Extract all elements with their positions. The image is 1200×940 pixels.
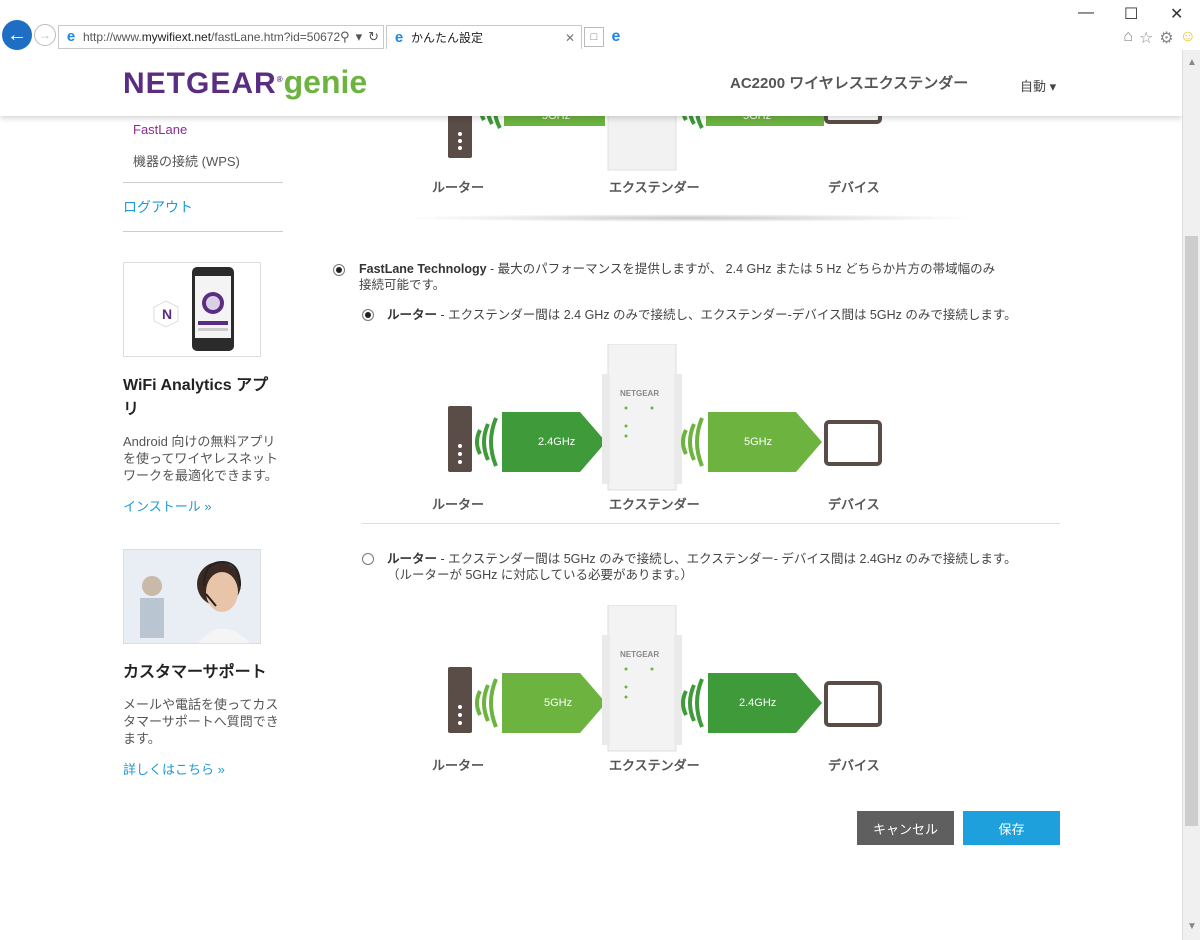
top-label-device: デバイス — [828, 180, 880, 195]
option2-radio[interactable] — [362, 553, 374, 565]
page-content: NETGEAR®genie AC2200 ワイヤレスエクステンダー 自動 ▾ F… — [0, 50, 1182, 940]
install-link[interactable]: インストール » — [123, 496, 283, 515]
sidebar-divider — [123, 231, 283, 232]
tab-ie-icon: e — [394, 28, 404, 46]
fastlane-title: FastLane Technology — [359, 262, 487, 276]
option2-label-device: デバイス — [828, 758, 880, 773]
details-link[interactable]: 詳しくはこちら » — [123, 759, 283, 778]
options-divider — [362, 523, 1060, 524]
promo-desc-customer-support: メールや電話を使ってカスタマーサポートへ質問できます。 — [123, 697, 279, 746]
settings-gear-icon[interactable]: ⚙ — [1159, 28, 1173, 48]
url-text[interactable]: http://www.mywifiext.net/fastLane.htm?id… — [83, 30, 340, 44]
svg-text:N: N — [162, 306, 172, 322]
option2-extender-brand: NETGEAR — [620, 650, 659, 659]
dropdown-icon[interactable]: ▾ — [356, 29, 363, 45]
address-bar[interactable]: e http://www.mywifiext.net/fastLane.htm?… — [58, 25, 384, 49]
option1-text-rest: - エクステンダー間は 2.4 GHz のみで接続し、エクステンダー-デバイス間… — [437, 308, 1017, 322]
option2-text-note: （ルーターが 5GHz に対応している必要があります。） — [387, 568, 694, 582]
sidebar-item-fastlane[interactable]: FastLane — [123, 116, 283, 143]
tab-close-icon[interactable]: ✕ — [565, 31, 581, 45]
option1-label-router: ルーター — [432, 497, 485, 512]
option1-text-bold: ルーター — [387, 308, 438, 322]
option1-label-device: デバイス — [828, 497, 880, 512]
sidebar-divider — [123, 182, 283, 183]
customer-support-image — [123, 549, 261, 644]
url-domain: mywifiext.net — [141, 30, 212, 44]
option2-text-bold: ルーター — [387, 552, 438, 566]
option1-text: ルーター - エクステンダー間は 2.4 GHz のみで接続し、エクステンダー-… — [387, 307, 1047, 323]
site-header: NETGEAR®genie AC2200 ワイヤレスエクステンダー 自動 ▾ — [0, 50, 1182, 116]
promo-title-wifi-analytics: WiFi Analytics アプリ — [123, 377, 269, 418]
edge-icon[interactable]: e — [606, 27, 626, 47]
option1-band-left: 2.4GHz — [538, 436, 576, 448]
logout-link[interactable]: ログアウト — [123, 189, 283, 225]
wifi-analytics-app-image: N — [123, 262, 261, 357]
close-window-icon[interactable]: ✕ — [1170, 4, 1183, 24]
section-shadow-divider — [400, 214, 980, 222]
browser-chrome: ← → e http://www.mywifiext.net/fastLane.… — [0, 0, 1200, 50]
feedback-smiley-icon[interactable]: ☺ — [1180, 28, 1196, 48]
language-select[interactable]: 自動 ▾ — [1020, 76, 1056, 95]
scroll-thumb[interactable] — [1185, 236, 1198, 826]
logo-brand: NETGEAR — [123, 67, 277, 100]
option2-band-left: 5GHz — [544, 697, 573, 709]
browser-tab[interactable]: e かんたん設定 ✕ — [386, 25, 582, 49]
top-label-extender: エクステンダー — [609, 180, 700, 195]
option1-label-extender: エクステンダー — [609, 497, 700, 512]
sidebar-item-wps[interactable]: 機器の接続 (WPS) — [123, 145, 283, 176]
option1-radio[interactable] — [362, 309, 374, 321]
save-button[interactable]: 保存 — [963, 811, 1060, 845]
fastlane-desc-line1: - 最大のパフォーマンスを提供しますが、 2.4 GHz または 5 Hz どち… — [486, 262, 996, 276]
tab-title: かんたん設定 — [411, 31, 484, 45]
vertical-scrollbar[interactable]: ▲ ▼ — [1182, 50, 1200, 940]
language-value: 自動 — [1020, 79, 1047, 94]
url-rest: /fastLane.htm?id=50672 — [211, 30, 341, 44]
option1-connection-diagram: NETGEAR 2.4GHz 5GHz ルーター エクステンダー デバイス — [430, 344, 890, 512]
minimize-icon[interactable]: — — [1078, 4, 1094, 22]
ie-icon: e — [66, 28, 76, 45]
cancel-button[interactable]: キャンセル — [857, 811, 954, 845]
fastlane-description: FastLane Technology - 最大のパフォーマンスを提供しますが、… — [359, 261, 1039, 293]
option1-extender-brand: NETGEAR — [620, 389, 659, 398]
forward-button-icon[interactable]: → — [34, 24, 56, 46]
back-button-icon[interactable]: ← — [2, 20, 32, 50]
fastlane-desc-line2: 接続可能です。 — [359, 278, 446, 292]
option1-band-right: 5GHz — [744, 436, 773, 448]
url-prefix: http://www. — [83, 30, 142, 44]
product-name: AC2200 ワイヤレスエクステンダー — [730, 75, 969, 92]
promo-desc-wifi-analytics: Android 向けの無料アプリを使ってワイヤレスネットワークを最適化できます。 — [123, 434, 278, 483]
option2-label-router: ルーター — [432, 758, 485, 773]
netgear-genie-logo: NETGEAR®genie — [123, 64, 368, 100]
option2-text: ルーター - エクステンダー間は 5GHz のみで接続し、エクステンダー- デバ… — [387, 551, 1047, 583]
maximize-icon[interactable]: ☐ — [1124, 4, 1138, 24]
favorites-star-icon[interactable]: ☆ — [1139, 28, 1153, 48]
top-label-router: ルーター — [432, 180, 485, 195]
option2-text-rest: - エクステンダー間は 5GHz のみで接続し、エクステンダー- デバイス間は … — [437, 552, 1017, 566]
scroll-up-arrow-icon[interactable]: ▲ — [1183, 54, 1200, 72]
scroll-down-arrow-icon[interactable]: ▼ — [1183, 918, 1200, 936]
option2-band-right: 2.4GHz — [739, 697, 777, 709]
sidebar: FastLane 機器の接続 (WPS) ログアウト N WiFi Analyt… — [123, 116, 283, 778]
promo-title-customer-support: カスタマーサポート — [123, 664, 267, 681]
new-tab-icon[interactable]: □ — [584, 27, 604, 47]
fastlane-radio[interactable] — [333, 264, 345, 276]
home-icon[interactable]: ⌂ — [1123, 28, 1133, 48]
search-icon[interactable]: ⚲ — [340, 29, 350, 45]
option2-connection-diagram: NETGEAR 5GHz 2.4GHz ルーター エクステンダー デバイス — [430, 605, 890, 773]
logo-genie: genie — [283, 64, 368, 100]
refresh-icon[interactable]: ↻ — [368, 29, 379, 45]
option2-label-extender: エクステンダー — [609, 758, 700, 773]
